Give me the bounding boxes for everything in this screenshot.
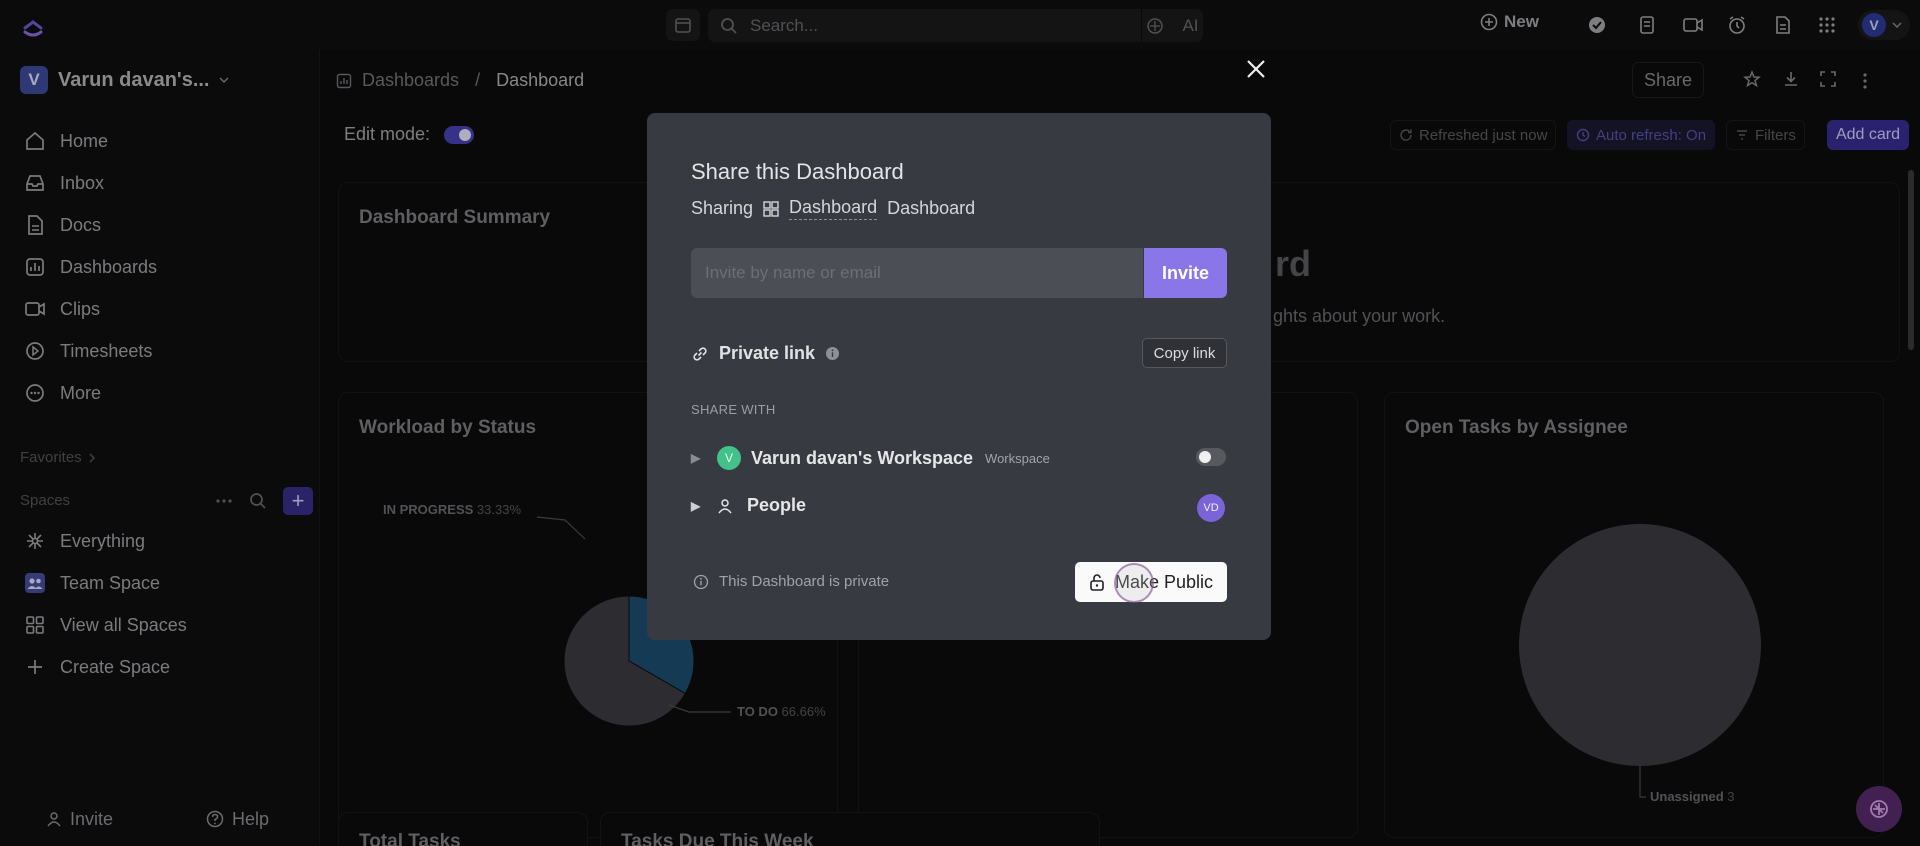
workspace-share-toggle[interactable]: [1196, 448, 1226, 466]
workspace-share-name: Varun davan's Workspace: [751, 447, 974, 468]
private-status-text: This Dashboard is private: [719, 573, 890, 590]
people-label: People: [747, 495, 807, 515]
share-with-heading: SHARE WITH: [691, 402, 776, 417]
close-icon[interactable]: [1242, 55, 1270, 83]
link-icon: [693, 346, 707, 361]
info-icon[interactable]: [825, 346, 840, 361]
copy-link-button[interactable]: Copy link: [1142, 338, 1227, 368]
sharing-label: Sharing: [691, 198, 754, 218]
expand-caret-icon[interactable]: ▶: [691, 499, 705, 513]
workspace-share-row[interactable]: ▶ V Varun davan's Workspace Workspace: [691, 446, 1050, 470]
click-indicator: [1114, 563, 1154, 603]
private-link-label: Private link: [719, 343, 816, 363]
share-dashboard-modal: Share this Dashboard Sharing Dashboard D…: [647, 113, 1271, 640]
modal-title: Share this Dashboard: [691, 159, 904, 184]
private-link: Private link: [691, 343, 840, 364]
info-circle-icon: [693, 574, 709, 589]
sharing-dashboard-name: Dashboard: [887, 198, 976, 218]
workspace-avatar: V: [717, 446, 741, 470]
sharing-line: Sharing Dashboard Dashboard: [691, 197, 975, 220]
invite-input[interactable]: [691, 248, 1143, 298]
private-status: This Dashboard is private: [693, 573, 889, 590]
invite-button[interactable]: Invite: [1144, 248, 1227, 298]
people-share-row[interactable]: ▶ People: [691, 495, 806, 516]
dashboard-grid-icon: [763, 200, 779, 217]
sharing-dashboard-link[interactable]: Dashboard: [789, 197, 878, 220]
expand-caret-icon[interactable]: ▶: [691, 451, 705, 465]
person-icon: [718, 498, 732, 513]
unlock-icon: [1090, 574, 1104, 591]
avatar: VD: [1197, 494, 1225, 522]
workspace-badge: Workspace: [985, 450, 1050, 466]
